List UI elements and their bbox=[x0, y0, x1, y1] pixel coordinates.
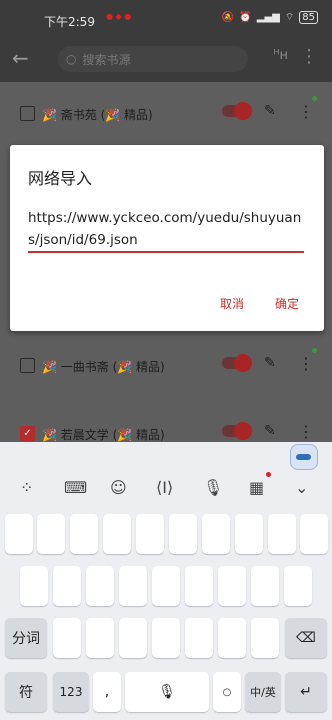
letter-key[interactable] bbox=[284, 566, 312, 606]
source-checkbox[interactable]: ✓ bbox=[20, 426, 35, 441]
url-input[interactable]: https://www.yckceo.com/yuedu/shuyuans/js… bbox=[28, 207, 304, 251]
letter-key[interactable] bbox=[70, 514, 98, 554]
emoji-icon[interactable]: ☺ bbox=[110, 478, 127, 497]
status-icons: 🔕 ⏰ ▂▄▆ ⌔ 85 bbox=[222, 11, 318, 24]
status-dot bbox=[312, 96, 317, 101]
status-time: 下午2:59 bbox=[44, 15, 95, 29]
letter-key[interactable] bbox=[185, 566, 213, 606]
letter-key[interactable] bbox=[202, 514, 230, 554]
letter-key[interactable] bbox=[119, 566, 147, 606]
source-enable-toggle[interactable] bbox=[222, 422, 252, 440]
letter-key[interactable] bbox=[218, 566, 246, 606]
source-checkbox[interactable] bbox=[20, 106, 35, 121]
source-name: 🎉 若晨文学 (🎉 精品) bbox=[42, 428, 165, 442]
row-menu-icon[interactable]: ⋮ bbox=[298, 422, 314, 441]
status-dot bbox=[312, 348, 317, 353]
battery-level: 85 bbox=[302, 12, 315, 23]
search-icon: ○ bbox=[66, 52, 77, 66]
letter-key[interactable] bbox=[169, 514, 197, 554]
source-enable-toggle[interactable] bbox=[222, 102, 252, 120]
network-import-dialog: 网络导入 https://www.yckceo.com/yuedu/shuyua… bbox=[10, 145, 324, 331]
soft-keyboard: ⁘ ⌨ ☺ ⟨I⟩ 🎙 ▦ ⌄ 分词 ⌫ 符 123 , 🎙 ○ 中/英 ↵ bbox=[0, 442, 332, 720]
letter-key[interactable] bbox=[300, 514, 328, 554]
back-arrow-icon[interactable]: ← bbox=[12, 46, 29, 70]
cancel-button[interactable]: 取消 bbox=[220, 295, 244, 312]
symbol-key[interactable]: 符 bbox=[5, 672, 47, 712]
alarm-icon: ⏰ bbox=[239, 12, 252, 23]
edit-icon[interactable]: ✎ bbox=[264, 103, 276, 119]
notification-dots: ● ◆ ● bbox=[106, 12, 132, 21]
edit-icon[interactable]: ✎ bbox=[264, 355, 276, 371]
letter-key[interactable] bbox=[53, 566, 81, 606]
letter-key[interactable] bbox=[235, 514, 263, 554]
letter-key[interactable] bbox=[268, 514, 296, 554]
app-bar: ← ○ 搜索书源 ᴴн ⋮ bbox=[0, 36, 332, 82]
collapse-keyboard-icon[interactable]: ⌄ bbox=[295, 478, 308, 497]
space-key[interactable]: 🎙 bbox=[125, 672, 209, 712]
status-bar: 下午2:59 ● ◆ ● 🔕 ⏰ ▂▄▆ ⌔ 85 bbox=[0, 0, 332, 36]
letter-key[interactable] bbox=[185, 618, 213, 658]
letter-key[interactable] bbox=[20, 566, 48, 606]
letter-key[interactable] bbox=[218, 618, 246, 658]
letter-key[interactable] bbox=[86, 618, 114, 658]
notification-dot bbox=[266, 472, 271, 477]
source-row[interactable]: 🎉 斋书苑 (🎉 精品) ✎ ⋮ bbox=[0, 88, 332, 144]
voice-icon[interactable]: 🎙 bbox=[203, 478, 223, 497]
letter-key[interactable] bbox=[37, 514, 65, 554]
source-checkbox[interactable] bbox=[20, 358, 35, 373]
wifi-icon: ⌔ bbox=[284, 12, 295, 23]
letter-key[interactable] bbox=[251, 618, 279, 658]
assistant-robot-icon[interactable] bbox=[290, 444, 318, 470]
dialog-title: 网络导入 bbox=[28, 169, 93, 188]
search-placeholder: 搜索书源 bbox=[82, 52, 131, 67]
letter-key[interactable] bbox=[53, 618, 81, 658]
mute-icon: 🔕 bbox=[221, 12, 235, 23]
row-menu-icon[interactable]: ⋮ bbox=[298, 102, 314, 121]
source-name: 🎉 一曲书斋 (🎉 精品) bbox=[42, 360, 165, 374]
letter-key[interactable] bbox=[136, 514, 164, 554]
source-name: 🎉 斋书苑 (🎉 精品) bbox=[42, 108, 153, 122]
language-switch-key[interactable]: 中/英 bbox=[245, 672, 281, 712]
theme-icon[interactable]: ▦ bbox=[249, 478, 264, 497]
letter-key[interactable] bbox=[103, 514, 131, 554]
comma-key[interactable]: , bbox=[93, 672, 121, 712]
letter-key[interactable] bbox=[251, 566, 279, 606]
ok-button[interactable]: 确定 bbox=[275, 295, 299, 312]
signal-icon: ▂▄▆ bbox=[256, 12, 280, 23]
number-key[interactable]: 123 bbox=[53, 672, 89, 712]
period-key[interactable]: ○ bbox=[213, 672, 241, 712]
more-menu-icon[interactable]: ⋮ bbox=[300, 46, 318, 67]
group-label: н bbox=[279, 48, 289, 63]
letter-key[interactable] bbox=[5, 514, 33, 554]
group-filter-button[interactable]: ᴴн bbox=[273, 48, 288, 63]
source-row[interactable]: 🎉 一曲书斋 (🎉 精品) ✎ ⋮ bbox=[0, 340, 332, 396]
apps-grid-icon[interactable]: ⁘ bbox=[20, 478, 33, 497]
letter-key[interactable] bbox=[119, 618, 147, 658]
source-enable-toggle[interactable] bbox=[222, 354, 252, 372]
battery-icon: 85 bbox=[299, 11, 318, 24]
letter-key[interactable] bbox=[86, 566, 114, 606]
cursor-move-icon[interactable]: ⟨I⟩ bbox=[156, 478, 173, 497]
edit-icon[interactable]: ✎ bbox=[264, 423, 276, 439]
keyboard-layout-icon[interactable]: ⌨ bbox=[64, 478, 87, 497]
row-menu-icon[interactable]: ⋮ bbox=[298, 354, 314, 373]
letter-key[interactable] bbox=[152, 566, 180, 606]
enter-key[interactable]: ↵ bbox=[285, 672, 327, 712]
fenci-key[interactable]: 分词 bbox=[5, 618, 47, 658]
letter-key[interactable] bbox=[152, 618, 180, 658]
search-input[interactable]: ○ 搜索书源 bbox=[58, 46, 248, 72]
microphone-icon: 🎙 bbox=[158, 684, 176, 700]
backspace-key[interactable]: ⌫ bbox=[285, 618, 327, 658]
input-underline bbox=[28, 251, 304, 253]
